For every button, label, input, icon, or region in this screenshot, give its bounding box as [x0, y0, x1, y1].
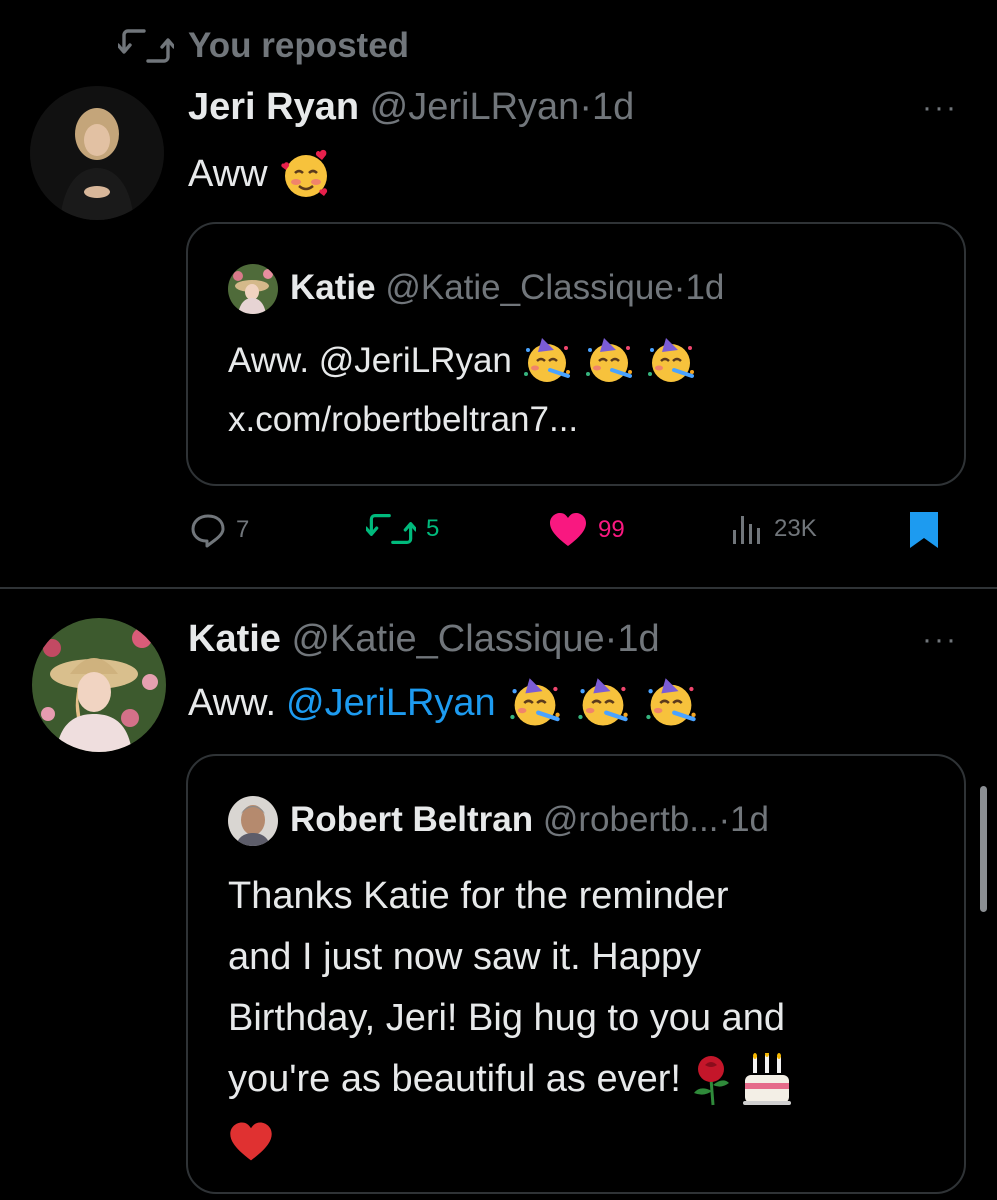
partying-face-emoji	[506, 676, 564, 730]
partying-face-emoji	[645, 336, 696, 384]
red-heart-emoji	[230, 1122, 272, 1161]
repost-banner-text: You reposted	[188, 26, 410, 65]
quoted-text-line: you're as beautiful as ever!	[228, 1058, 681, 1100]
tweet-text-content: Aww.	[188, 681, 277, 724]
tweet-text: Aww. @JeriLRyan	[188, 676, 700, 730]
repost-count: 5	[426, 515, 440, 542]
heart-icon	[550, 513, 586, 546]
quoted-text-line: Birthday, Jeri! Big hug to you and	[228, 997, 785, 1039]
more-options-button[interactable]: ···	[922, 93, 958, 123]
quoted-author-handle[interactable]: @robertb...	[543, 800, 719, 839]
repost-icon	[118, 29, 174, 63]
avatar-jeri[interactable]	[30, 86, 164, 220]
scrollbar-thumb[interactable]	[980, 786, 987, 912]
quoted-author-name[interactable]: Katie	[290, 268, 376, 307]
separator-dot: ·	[673, 268, 686, 307]
views-count: 23K	[774, 515, 817, 542]
partying-face-emoji	[642, 676, 700, 730]
tweet-text: Aww	[188, 148, 332, 200]
like-count: 99	[598, 516, 625, 543]
quoted-author-name[interactable]: Robert Beltran	[290, 800, 533, 839]
views-button[interactable]: 23K	[730, 512, 817, 546]
views-icon	[733, 516, 760, 544]
quoted-text-content: Aww. @JeriLRyan	[228, 341, 512, 380]
separator-dot: ·	[718, 800, 731, 839]
quoted-tweet-text: Aww. @JeriLRyan	[228, 336, 698, 386]
tweet-time[interactable]: 1d	[592, 86, 634, 128]
tweet-header: Jeri Ryan @JeriLRyan·1d	[188, 86, 634, 129]
quoted-tweet-header: Katie @Katie_Classique·1d	[290, 268, 724, 308]
partying-face-emoji	[521, 336, 572, 384]
repost-banner: You reposted	[118, 26, 409, 66]
quoted-tweet-link[interactable]: x.com/robertbeltran7...	[228, 400, 578, 440]
birthday-cake-emoji	[742, 1052, 791, 1105]
author-name[interactable]: Katie	[188, 618, 281, 660]
author-name[interactable]: Jeri Ryan	[188, 86, 359, 128]
separator-dot: ·	[579, 86, 592, 128]
author-handle[interactable]: @Katie_Classique	[291, 618, 604, 660]
partying-face-emoji	[574, 676, 632, 730]
tweet-time[interactable]: 1d	[617, 618, 659, 660]
avatar-robert-small[interactable]	[228, 796, 278, 846]
reply-button[interactable]: 7	[190, 512, 249, 548]
quoted-tweet-time[interactable]: 1d	[685, 268, 724, 307]
more-options-button[interactable]: ···	[922, 625, 958, 655]
bookmark-icon	[910, 512, 938, 548]
rose-emoji	[693, 1055, 729, 1105]
smiling-face-with-hearts-emoji	[280, 149, 327, 197]
tweet-header: Katie @Katie_Classique·1d	[188, 618, 660, 661]
quoted-text-emoji-line	[228, 1110, 793, 1171]
partying-face-emoji	[583, 336, 634, 384]
tweet-text-content: Aww	[188, 152, 268, 195]
quoted-tweet-body: Thanks Katie for the reminder and I just…	[228, 866, 793, 1171]
separator-dot: ·	[604, 618, 618, 660]
quoted-tweet-card[interactable]: Robert Beltran @robertb...·1d Thanks Kat…	[186, 754, 966, 1194]
quoted-text-line: Thanks Katie for the reminder	[228, 875, 729, 917]
repost-button[interactable]: 5	[366, 512, 439, 546]
quoted-tweet-header: Robert Beltran @robertb...·1d	[290, 800, 769, 840]
quoted-text-line: and I just now saw it. Happy	[228, 936, 702, 978]
quoted-tweet-card[interactable]: Katie @Katie_Classique·1d Aww. @JeriLRya…	[186, 222, 966, 486]
repost-icon	[366, 514, 416, 545]
reply-count: 7	[236, 516, 250, 543]
author-handle[interactable]: @JeriLRyan	[370, 86, 580, 128]
bookmark-button[interactable]	[908, 510, 940, 555]
reply-icon	[191, 514, 225, 548]
mention-link[interactable]: @JeriLRyan	[286, 682, 496, 725]
quoted-tweet-time[interactable]: 1d	[730, 800, 769, 839]
tweet-divider	[0, 587, 997, 589]
quoted-text-line-with-emoji: you're as beautiful as ever!	[228, 1049, 793, 1110]
avatar-katie-small[interactable]	[228, 264, 278, 314]
like-button[interactable]: 99	[548, 512, 625, 548]
quoted-author-handle[interactable]: @Katie_Classique	[385, 268, 673, 307]
avatar-katie[interactable]	[32, 618, 166, 752]
